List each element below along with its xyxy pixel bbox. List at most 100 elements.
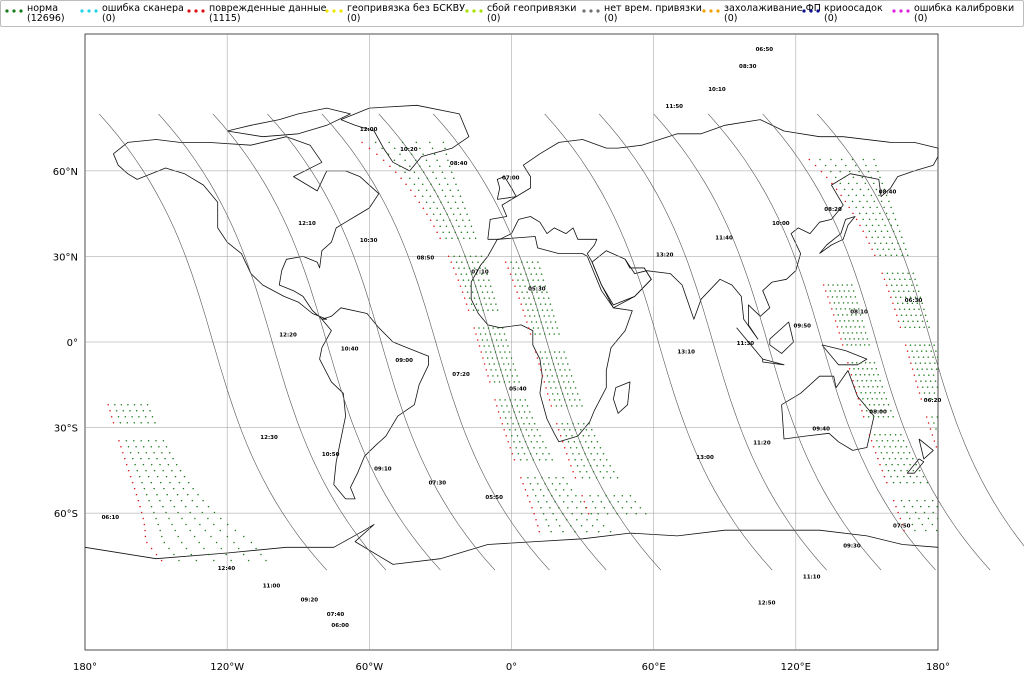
norm-point xyxy=(492,345,495,347)
norm-point xyxy=(932,511,934,514)
norm-point xyxy=(542,494,545,497)
norm-point xyxy=(166,493,168,496)
norm-point xyxy=(523,423,525,425)
damaged-point xyxy=(504,261,507,263)
time-label: 09:50 xyxy=(794,324,812,330)
norm-point xyxy=(834,290,836,292)
damaged-point xyxy=(870,439,873,442)
norm-point xyxy=(579,399,581,401)
norm-point xyxy=(234,529,237,532)
norm-point xyxy=(571,405,573,407)
norm-point xyxy=(505,357,508,359)
norm-point xyxy=(872,415,875,418)
norm-point xyxy=(150,463,153,466)
norm-point xyxy=(532,279,534,281)
norm-point xyxy=(927,356,929,358)
norm-point xyxy=(874,433,876,436)
norm-point xyxy=(454,201,457,204)
norm-point xyxy=(401,141,404,144)
norm-point xyxy=(906,457,908,460)
y-tick-label: 0° xyxy=(67,338,78,349)
norm-point xyxy=(857,338,860,340)
time-label: 11:30 xyxy=(737,341,755,347)
damaged-point xyxy=(122,451,124,454)
norm-point xyxy=(894,218,897,221)
norm-point xyxy=(910,314,912,316)
damaged-point xyxy=(563,447,566,449)
norm-point xyxy=(174,475,177,478)
norm-point xyxy=(841,326,843,328)
norm-point xyxy=(580,512,583,515)
norm-point xyxy=(855,362,858,364)
norm-point xyxy=(553,399,556,401)
norm-point xyxy=(542,453,544,455)
norm-point xyxy=(621,506,624,509)
norm-point xyxy=(536,441,538,443)
norm-point xyxy=(531,417,533,419)
norm-point xyxy=(847,182,850,185)
damaged-point xyxy=(494,399,496,401)
norm-point xyxy=(429,195,432,198)
damaged-point xyxy=(429,219,432,221)
norm-point xyxy=(843,320,846,322)
norm-point xyxy=(531,261,534,263)
norm-point xyxy=(483,345,485,347)
norm-point xyxy=(449,189,452,192)
damaged-point xyxy=(868,242,870,245)
norm-point xyxy=(564,387,567,389)
norm-point xyxy=(898,290,900,292)
norm-point xyxy=(165,511,167,514)
norm-point xyxy=(901,302,904,304)
norm-point xyxy=(133,439,135,442)
norm-point xyxy=(167,463,170,466)
norm-point xyxy=(220,517,222,520)
damaged-point xyxy=(862,415,865,418)
norm-point xyxy=(894,433,897,436)
norm-point xyxy=(530,273,532,275)
damaged-point xyxy=(418,201,421,204)
norm-point xyxy=(876,386,879,388)
norm-point xyxy=(524,441,527,443)
norm-point xyxy=(518,381,520,383)
norm-point xyxy=(931,368,933,370)
norm-point xyxy=(932,374,935,376)
norm-point xyxy=(459,195,462,198)
norm-point xyxy=(537,482,539,485)
norm-point xyxy=(515,261,518,263)
norm-point xyxy=(442,219,445,221)
norm-point xyxy=(195,559,198,562)
norm-point xyxy=(916,368,919,370)
norm-point xyxy=(871,224,874,227)
y-tick-label: 60°S xyxy=(54,509,78,520)
norm-point xyxy=(515,447,517,449)
norm-point xyxy=(511,375,514,377)
norm-point xyxy=(503,333,506,335)
norm-point xyxy=(880,200,883,203)
norm-point xyxy=(433,201,435,204)
norm-point xyxy=(463,237,465,239)
norm-point xyxy=(899,296,902,298)
norm-point xyxy=(520,273,522,275)
norm-point xyxy=(870,380,872,382)
norm-point xyxy=(613,494,616,497)
norm-point xyxy=(569,387,572,389)
damaged-point xyxy=(155,553,158,556)
norm-point xyxy=(501,405,503,407)
norm-point xyxy=(564,369,566,371)
norm-point xyxy=(885,242,888,245)
norm-point xyxy=(453,177,455,180)
norm-point xyxy=(515,417,518,419)
norm-point xyxy=(513,381,515,383)
norm-point xyxy=(875,218,877,221)
norm-point xyxy=(877,236,879,239)
norm-point xyxy=(393,159,396,162)
norm-point xyxy=(168,547,170,550)
norm-point xyxy=(859,200,861,203)
norm-point xyxy=(442,141,445,144)
norm-point xyxy=(498,381,501,383)
norm-point xyxy=(127,445,130,448)
norm-point xyxy=(496,309,499,311)
norm-point xyxy=(914,511,917,514)
norm-point xyxy=(438,183,441,186)
norm-point xyxy=(439,213,442,215)
